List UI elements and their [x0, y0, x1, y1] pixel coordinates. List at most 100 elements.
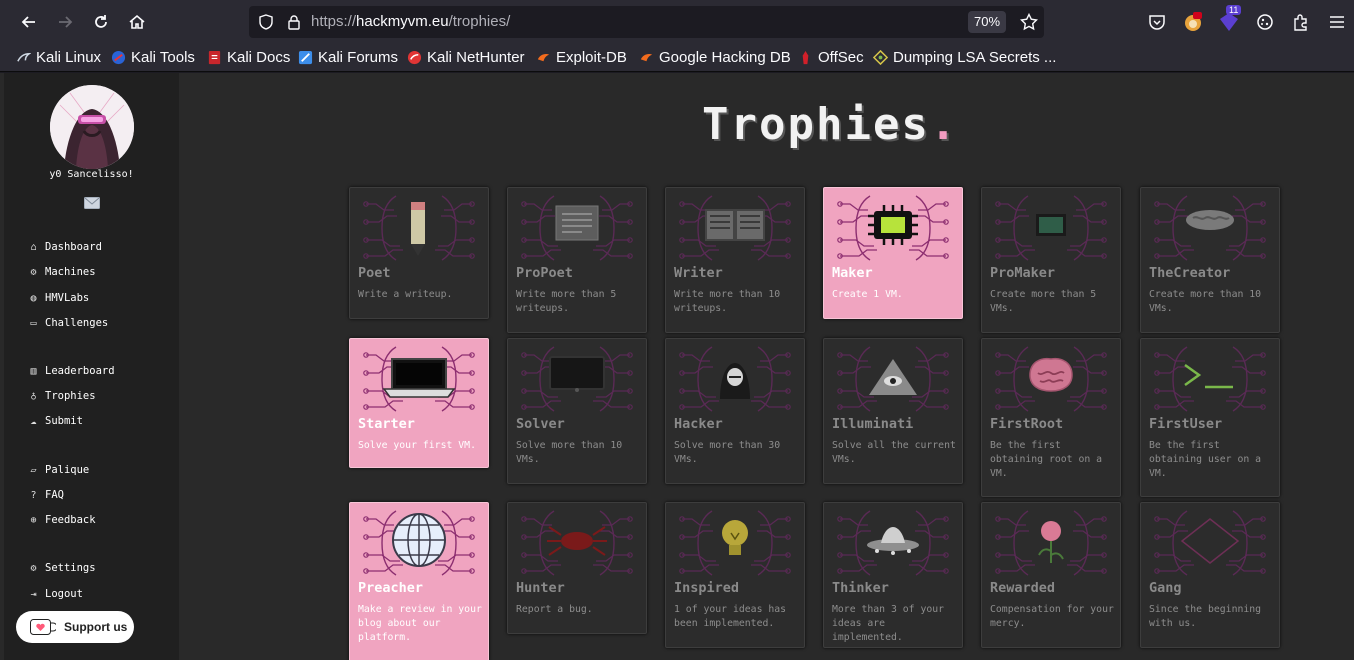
bookmark-offsec[interactable]: OffSec [798, 49, 864, 66]
extension-fox-button[interactable] [1182, 11, 1204, 33]
hooded-hacker-avatar-image [50, 85, 134, 169]
menu-button[interactable] [1326, 11, 1348, 33]
nav-settings[interactable]: ⚙ Settings [28, 562, 95, 574]
trophy-card[interactable]: FirstRoot Be the first obtaining root on … [981, 338, 1121, 497]
gamepad-icon: ◍ [30, 292, 37, 304]
browser-toolbar: https://hackmyvm.eu/trophies/ 70% 11 [0, 0, 1354, 44]
bookmark-kali-tools[interactable]: Kali Tools [111, 49, 195, 66]
trophy-description: Since the beginning with us. [1149, 604, 1262, 629]
zoom-indicator[interactable]: 70% [968, 11, 1006, 33]
trophy-card[interactable]: Starter Solve your first VM. [349, 338, 489, 468]
trophy-card[interactable]: Gang Since the beginning with us. [1140, 502, 1280, 648]
nav-faq[interactable]: ? FAQ [28, 489, 64, 501]
trophy-name: Solver [516, 416, 565, 432]
trophy-description: Solve all the current VMs. [832, 440, 956, 465]
bookmarks-bar: Kali Linux Kali Tools Kali Docs Kali For… [0, 44, 1354, 72]
mail-icon[interactable] [84, 194, 100, 209]
bookmark-google-hacking-db[interactable]: Google Hacking DB [639, 49, 791, 66]
url-scheme: https:// [311, 13, 357, 30]
bookmark-kali-nethunter[interactable]: Kali NetHunter [407, 49, 525, 66]
trophy-description: Report a bug. [516, 604, 593, 615]
back-button[interactable] [16, 9, 42, 35]
bookmark-label: Kali Tools [131, 49, 195, 66]
trophy-name: Maker [832, 265, 873, 281]
chip-icon [837, 195, 949, 261]
bookmark-label: Kali Forums [318, 49, 399, 66]
nav-dashboard[interactable]: ⌂ Dashboard [28, 241, 101, 253]
url-bar[interactable]: https://hackmyvm.eu/trophies/ 70% [249, 6, 1044, 38]
nav-submit[interactable]: ☁ Submit [28, 415, 82, 427]
extension-badge-button[interactable]: 11 [1218, 5, 1242, 33]
support-us-button[interactable]: Support us [16, 611, 134, 643]
nav-leaderboard[interactable]: ▥ Leaderboard [28, 365, 115, 377]
document-icon [521, 195, 633, 261]
ghdb-icon [640, 53, 653, 62]
trophy-name: FirstRoot [990, 416, 1064, 432]
bookmark-kali-forums[interactable]: Kali Forums [298, 49, 398, 66]
laptop-icon [363, 346, 475, 412]
bookmark-kali-linux[interactable]: Kali Linux [16, 49, 101, 66]
trophy-description: Compensation for your mercy. [990, 604, 1114, 629]
nav-label: Leaderboard [45, 365, 115, 377]
upload-icon: ☁ [30, 415, 37, 427]
extensions-button[interactable] [1290, 11, 1312, 33]
trophy-card[interactable]: ProPoet Write more than 5 writeups. [507, 187, 647, 333]
trophy-description: 1 of your ideas has been implemented. [674, 604, 787, 629]
url-text[interactable]: https://hackmyvm.eu/trophies/ [311, 13, 510, 30]
trophy-card[interactable]: ProMaker Create more than 5 VMs. [981, 187, 1121, 333]
trophy-card[interactable]: Writer Write more than 10 writeups. [665, 187, 805, 333]
forward-button[interactable] [52, 9, 78, 35]
trophy-description: Write a writeup. [358, 289, 453, 300]
trophy-icon: ♁ [30, 390, 37, 402]
nav-machines[interactable]: ⚙ Machines [28, 266, 95, 278]
home-button[interactable] [124, 9, 150, 35]
trophy-card[interactable]: Hunter Report a bug. [507, 502, 647, 634]
trophy-card[interactable]: FirstUser Be the first obtaining user on … [1140, 338, 1280, 497]
nav-feedback[interactable]: ⊕ Feedback [28, 514, 95, 526]
url-path: /trophies/ [448, 13, 511, 30]
reload-button[interactable] [88, 9, 114, 35]
fox-extension-icon [1185, 12, 1202, 31]
pocket-button[interactable] [1146, 11, 1168, 33]
trophy-card[interactable]: Inspired 1 of your ideas has been impleme… [665, 502, 805, 648]
trophy-name: ProPoet [516, 265, 573, 281]
trophy-card[interactable]: Illuminati Solve all the current VMs. [823, 338, 963, 484]
trophy-card[interactable]: Solver Solve more than 10 VMs. [507, 338, 647, 484]
trophy-name: Illuminati [832, 416, 914, 432]
nethunter-icon [407, 50, 422, 65]
trophy-card[interactable]: Maker Create 1 VM. [823, 187, 963, 319]
puzzle-icon [1294, 14, 1307, 31]
trophy-card[interactable]: Thinker More than 3 of your ideas are imp… [823, 502, 963, 648]
nav-hmvlabs[interactable]: ◍ HMVLabs [28, 292, 89, 304]
nav-palique[interactable]: ▱ Palique [28, 464, 89, 476]
nav-challenges[interactable]: ▭ Challenges [28, 317, 108, 329]
bookmark-exploit-db[interactable]: Exploit-DB [536, 49, 627, 66]
trophy-card[interactable]: Hacker Solve more than 30 VMs. [665, 338, 805, 484]
trophy-name: FirstUser [1149, 416, 1223, 432]
trophy-card[interactable]: Poet Write a writeup. [349, 187, 489, 319]
lock-icon[interactable] [285, 13, 303, 31]
nav-trophies[interactable]: ♁ Trophies [28, 390, 95, 402]
avatar[interactable] [50, 85, 134, 169]
bookmark-label: Exploit-DB [556, 49, 627, 66]
trophy-card[interactable]: Rewarded Compensation for your mercy. [981, 502, 1121, 648]
bookmark-label: Dumping LSA Secrets ... [893, 49, 1057, 66]
hacker-icon [679, 346, 791, 412]
shield-icon[interactable] [257, 13, 275, 31]
nav-label: FAQ [45, 489, 64, 501]
extension-cookie-button[interactable] [1254, 11, 1276, 33]
trophy-name: Preacher [358, 580, 424, 596]
nav-label: HMVLabs [45, 292, 90, 304]
bookmark-dumping-lsa[interactable]: Dumping LSA Secrets ... [873, 49, 1056, 66]
reload-icon [95, 15, 107, 28]
trophy-card[interactable]: Preacher Make a review in your blog about… [349, 502, 489, 660]
cookie-icon [1257, 14, 1273, 30]
nav-logout[interactable]: ⇥ Logout [28, 588, 82, 600]
book-icon [679, 195, 791, 261]
bookmark-kali-docs[interactable]: Kali Docs [207, 49, 290, 66]
trophy-card[interactable]: TheCreator Create more than 10 VMs. [1140, 187, 1280, 333]
kali-tools-icon [111, 50, 126, 65]
page-content: y0 Sancelisso! ⌂ Dashboard ⚙ Machines ◍ HMV… [0, 73, 1354, 660]
gear-icon: ⚙ [30, 266, 37, 278]
bookmark-star-icon[interactable] [1020, 13, 1038, 31]
